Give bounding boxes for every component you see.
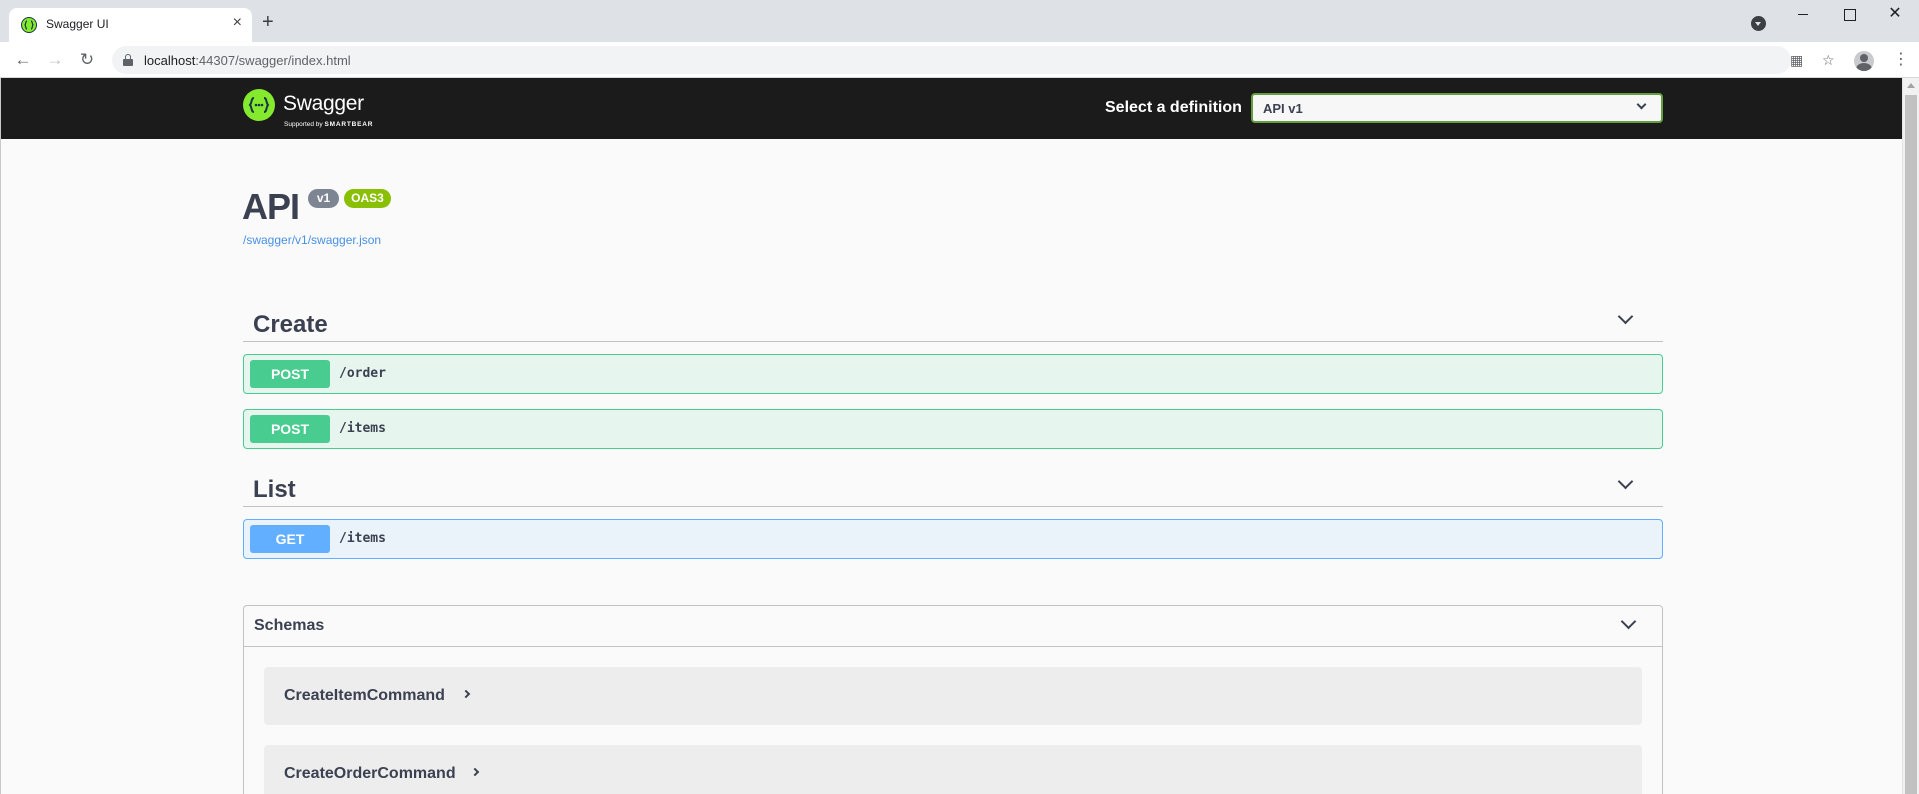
api-title: API — [242, 186, 300, 227]
swagger-favicon-icon — [21, 17, 37, 33]
method-badge: GET — [250, 525, 330, 553]
bookmark-star-icon[interactable]: ☆ — [1822, 51, 1835, 69]
method-badge: POST — [250, 360, 330, 388]
scrollbar-thumb[interactable] — [1905, 95, 1917, 794]
chevron-right-icon[interactable] — [470, 767, 480, 777]
tag-header-list[interactable]: List — [243, 465, 1663, 507]
definition-select[interactable]: API v1 — [1251, 93, 1663, 123]
model-name: CreateOrderCommand — [284, 765, 456, 782]
tab-title: Swagger UI — [46, 17, 109, 31]
url-text: localhost:44307/swagger/index.html — [144, 53, 351, 68]
chevron-right-icon[interactable] — [461, 689, 471, 699]
schemas-section: Schemas CreateItemCommand CreateOrderCom… — [243, 605, 1663, 794]
operation-post-order[interactable]: POST /order — [243, 354, 1663, 394]
schemas-header[interactable]: Schemas — [244, 606, 1662, 647]
model-create-order-command[interactable]: CreateOrderCommand — [264, 745, 1642, 794]
tag-title: List — [253, 476, 296, 503]
minimize-button[interactable] — [1780, 0, 1826, 30]
definition-label: Select a definition — [1105, 99, 1242, 116]
swagger-logo-icon[interactable] — [243, 89, 275, 121]
model-name: CreateItemCommand — [284, 687, 445, 704]
operation-path: /items — [339, 531, 386, 546]
logo-text: Swagger — [283, 92, 364, 115]
lock-icon[interactable] — [123, 54, 133, 66]
chevron-down-icon[interactable] — [1617, 308, 1634, 325]
forward-arrow-icon[interactable]: → — [45, 50, 65, 70]
chevron-down-icon[interactable] — [1620, 613, 1637, 630]
qr-code-icon[interactable]: ▦ — [1790, 51, 1803, 69]
reload-icon[interactable]: ↻ — [77, 50, 97, 70]
tab-search-icon[interactable] — [1751, 16, 1766, 31]
vertical-scrollbar[interactable] — [1902, 78, 1919, 794]
model-create-item-command[interactable]: CreateItemCommand — [264, 667, 1642, 725]
method-badge: POST — [250, 415, 330, 443]
scroll-up-arrow-icon[interactable] — [1907, 83, 1915, 88]
new-tab-button[interactable]: + — [262, 12, 274, 32]
version-badge: v1 — [308, 189, 339, 208]
definition-select-value: API v1 — [1263, 101, 1303, 116]
logo-subtitle: Supported by SMARTBEAR — [284, 121, 374, 128]
browser-menu-icon[interactable]: ⋮ — [1893, 51, 1909, 69]
tag-header-create[interactable]: Create — [243, 300, 1663, 342]
operation-post-items[interactable]: POST /items — [243, 409, 1663, 449]
address-bar: ← → ↻ localhost:44307/swagger/index.html… — [0, 42, 1919, 78]
chevron-down-icon — [1636, 99, 1647, 110]
chevron-down-icon[interactable] — [1617, 473, 1634, 490]
tab-close-icon[interactable]: × — [233, 15, 242, 31]
tab-strip: Swagger UI × + ✕ — [0, 0, 1919, 42]
spec-json-link[interactable]: /swagger/v1/swagger.json — [243, 233, 381, 247]
page-viewport: Swagger Supported by SMARTBEAR Select a … — [0, 78, 1919, 794]
maximize-button[interactable] — [1826, 0, 1872, 30]
schemas-title: Schemas — [254, 617, 325, 634]
oas-badge: OAS3 — [344, 189, 391, 208]
browser-tab[interactable]: Swagger UI × — [9, 8, 252, 42]
url-field[interactable]: localhost:44307/swagger/index.html ▦ ☆ — [112, 46, 1835, 74]
close-window-button[interactable]: ✕ — [1872, 0, 1918, 30]
operation-path: /order — [339, 366, 386, 381]
back-arrow-icon[interactable]: ← — [13, 50, 33, 70]
profile-avatar-icon[interactable] — [1854, 51, 1874, 71]
tag-title: Create — [253, 311, 328, 338]
operation-get-items[interactable]: GET /items — [243, 519, 1663, 559]
swagger-topbar: Swagger Supported by SMARTBEAR Select a … — [1, 78, 1903, 139]
operation-path: /items — [339, 421, 386, 436]
